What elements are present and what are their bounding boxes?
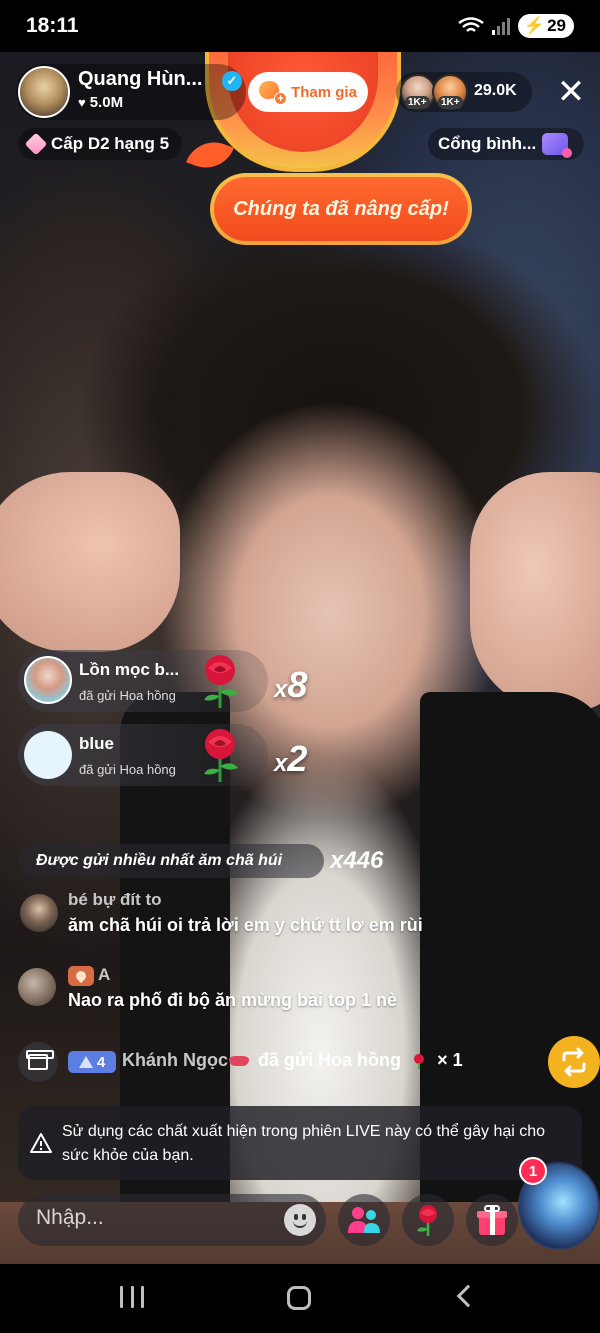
gift-count: x2 [274,738,308,779]
comment-input-placeholder[interactable]: Nhập... [36,1206,104,1230]
close-button[interactable]: ✕ [552,74,590,112]
gift-action: đã gửi Hoa hồng [79,688,176,703]
sender-avatar[interactable] [24,731,72,779]
gift-box-icon[interactable] [18,1042,58,1082]
multi-guest-button[interactable] [338,1194,390,1246]
system-count: × 1 [437,1050,463,1070]
chat-badge-icon [542,133,573,158]
video-hand-right [470,472,600,712]
gift-action: đã gửi Hoa hồng [79,762,176,777]
signal-icon [491,17,510,35]
fan-badge-icon [68,966,94,986]
system-username[interactable]: Khánh Ngọc [122,1050,228,1070]
join-button[interactable]: + Tham gia [248,72,368,112]
portal-button[interactable]: Cổng bình... [428,128,584,160]
top-sender-count: x446 [330,847,384,874]
rose-icon [417,1205,437,1236]
sender-name: Lồn mọc b... [79,660,180,679]
join-button-label: Tham gia [291,83,357,101]
heart-icon: ♥ [78,95,86,110]
chat-message: Nao ra phố đi bộ ăn mừng bài top 1 nè [68,990,398,1010]
upgrade-banner[interactable]: Chúng ta đã nâng cấp! [210,173,472,245]
sender-name: blue [79,734,114,753]
recent-apps-icon[interactable] [120,1286,144,1308]
portal-label: Cổng bình... [438,134,537,153]
host-likes: ♥ 5.0M [78,94,123,111]
repost-icon [562,1047,586,1077]
battery-level: 29 [547,16,566,35]
rose-icon [414,1054,425,1070]
status-bar: 18:11 ⚡ 29 [0,0,600,52]
home-icon[interactable] [287,1286,311,1310]
diamond-icon [24,132,48,156]
chat-username[interactable]: A [98,965,110,985]
charging-bolt-icon: ⚡ [523,16,546,35]
repost-button[interactable] [548,1036,600,1088]
host-avatar[interactable] [18,66,70,118]
level-label: Cấp D2 hạng 5 [51,134,170,153]
gift-icon [477,1205,507,1235]
lips-icon [229,1056,249,1067]
gift-count: x8 [274,664,308,705]
upgrade-banner-text: Chúng ta đã nâng cấp! [233,197,449,220]
heart-plus-icon: + [257,79,288,105]
status-time: 18:11 [26,14,79,37]
system-gift-message: Khánh Ngọc đã gửi Hoa hồng × 1 [122,1050,463,1071]
notification-badge: 1 [519,1157,547,1185]
battery-indicator: ⚡ 29 [517,14,574,38]
rose-gift-button[interactable] [402,1194,454,1246]
viewer-rank-badge: 1K+ [438,96,463,109]
rose-icon [204,655,238,708]
level-badge[interactable]: Cấp D2 hạng 5 [18,128,182,160]
top-sender-text: Được gửi nhiều nhất ăm chã húi [36,852,283,869]
system-action: đã gửi Hoa hồng [258,1050,402,1070]
status-icons: ⚡ 29 [458,14,574,38]
user-level-badge: 4 [68,1051,116,1073]
viewer-count[interactable]: 29.0K [474,82,517,100]
sender-avatar[interactable] [24,656,72,704]
chat-username[interactable]: bé bự đít to [68,890,162,910]
host-name[interactable]: Quang Hùn... [78,68,202,91]
chat-avatar[interactable] [18,968,56,1006]
verified-check-icon: ✓ [222,71,242,91]
health-warning-text: Sử dụng các chất xuất hiện trong phiên L… [62,1123,546,1164]
top-sender-banner[interactable]: Được gửi nhiều nhất ăm chã húi [18,844,324,878]
warning-icon [30,1133,52,1153]
people-icon [348,1207,380,1233]
chat-message: ăm chã húi oi trả lời em y chứ tt lơ em … [68,915,423,935]
host-likes-count: 5.0M [89,94,124,111]
video-hand-left [0,472,180,652]
wifi-icon [458,17,484,32]
level-triangle-icon [78,1056,93,1068]
gift-button[interactable] [466,1194,518,1246]
viewer-rank-badge: 1K+ [405,96,430,109]
chat-avatar[interactable] [20,894,58,932]
rose-icon [204,729,238,782]
emoji-icon[interactable] [284,1204,316,1236]
